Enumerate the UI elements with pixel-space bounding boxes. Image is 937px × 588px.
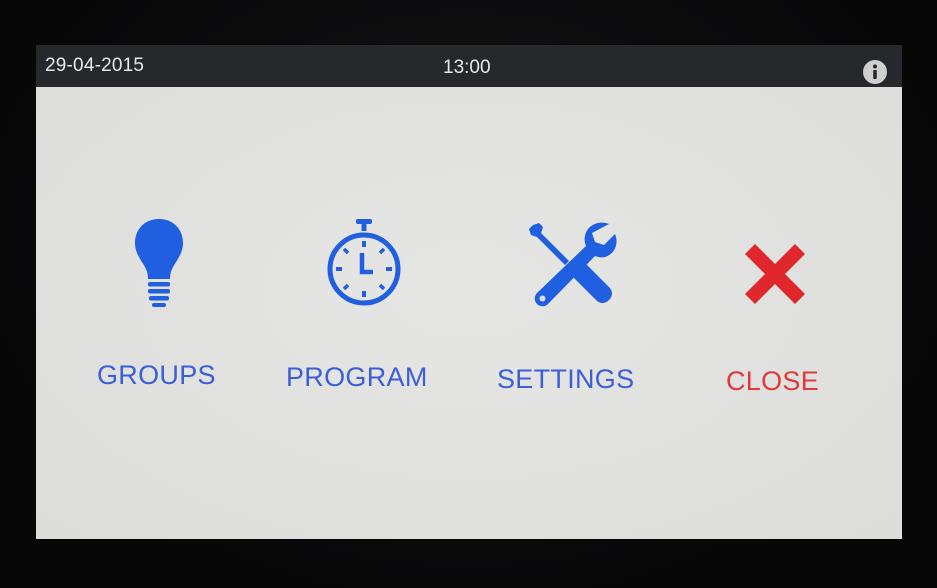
info-button[interactable]	[862, 59, 888, 85]
main-menu: GROUPS PROGRAM SETTINGS CLOSE	[36, 87, 902, 539]
status-date: 29-04-2015	[45, 55, 145, 76]
status-bar: 29-04-2015 13:00	[36, 45, 902, 87]
close-label: CLOSE	[726, 366, 820, 396]
settings-button[interactable]: SETTINGS	[491, 217, 661, 417]
close-x-icon	[742, 241, 808, 307]
program-button[interactable]: PROGRAM	[281, 217, 451, 417]
close-button[interactable]: CLOSE	[716, 217, 846, 417]
lightbulb-icon	[132, 217, 186, 309]
groups-label: GROUPS	[97, 360, 216, 390]
stopwatch-icon	[325, 217, 403, 309]
program-label: PROGRAM	[286, 362, 428, 392]
info-icon	[863, 60, 887, 84]
settings-label: SETTINGS	[497, 364, 635, 394]
touch-screen: 29-04-2015 13:00 GROUPS PROGRAM SETTINGS…	[36, 45, 902, 539]
status-time: 13:00	[443, 57, 491, 78]
groups-button[interactable]: GROUPS	[92, 217, 232, 417]
wrench-screwdriver-icon	[529, 221, 617, 307]
